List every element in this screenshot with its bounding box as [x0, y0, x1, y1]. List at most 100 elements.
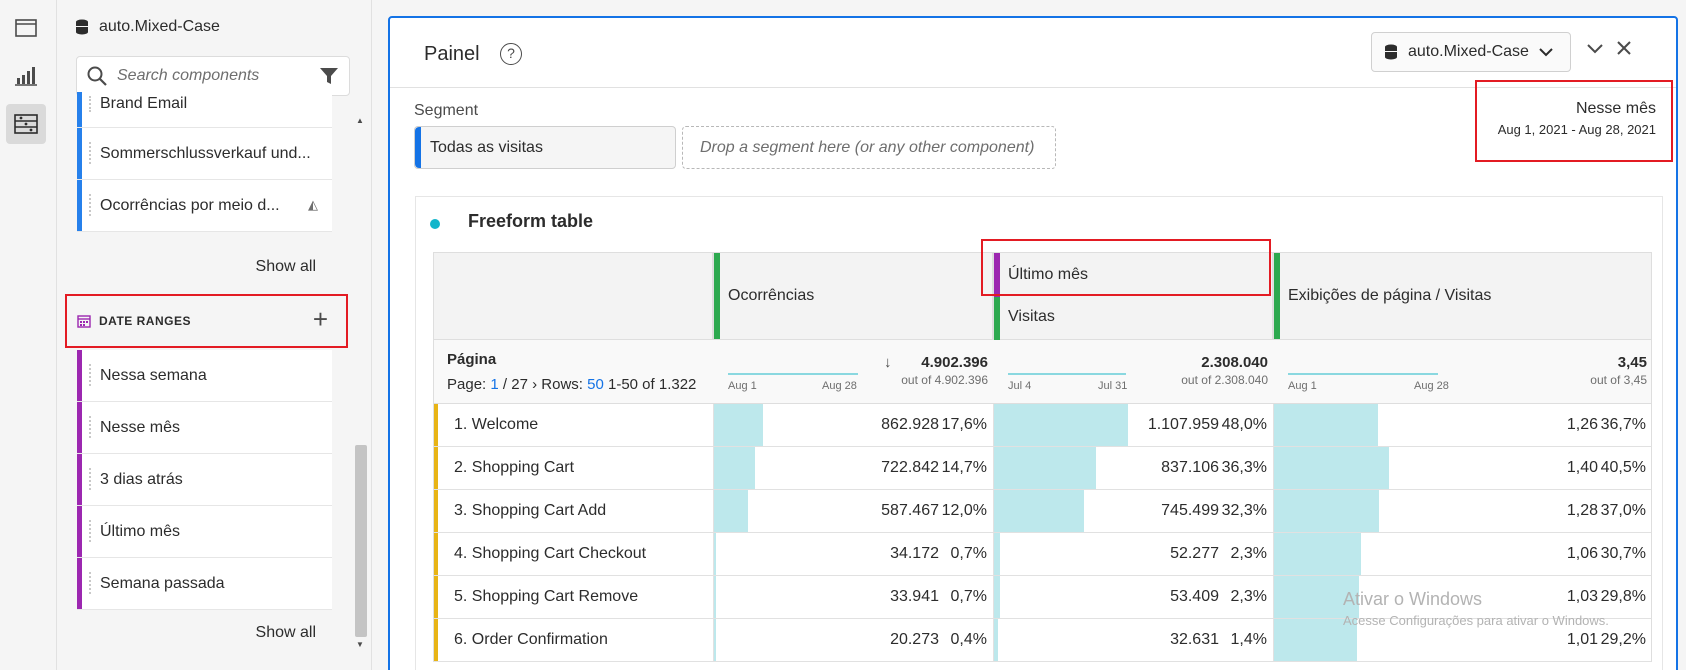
sparkline	[728, 373, 858, 375]
calendar-icon	[77, 315, 91, 328]
date-ranges-label: DATE RANGES	[99, 314, 191, 328]
panel-date-range[interactable]: Nesse mês Aug 1, 2021 - Aug 28, 2021	[1475, 80, 1673, 162]
search-input[interactable]: Search components	[76, 56, 350, 96]
table-cell: 587.467 12,0%	[713, 490, 993, 533]
drag-handle-icon[interactable]	[89, 194, 91, 216]
table-row[interactable]: 4. Shopping Cart Checkout 34.172 0,7% 52.27…	[433, 533, 1652, 576]
watermark-line1: Ativar o Windows	[1343, 589, 1483, 609]
next-page-icon[interactable]: ›	[532, 376, 537, 393]
percent-bar	[994, 404, 1129, 446]
row-label[interactable]: 2. Shopping Cart	[454, 459, 574, 477]
sparkline	[1008, 373, 1126, 375]
cell-value: 34.172	[890, 545, 939, 562]
scroll-down-icon[interactable]: ▼	[356, 640, 364, 649]
list-item[interactable]: Sommerschlussverkauf und...	[77, 128, 332, 180]
add-icon[interactable]: +	[313, 306, 328, 332]
table-row[interactable]: 3. Shopping Cart Add 587.467 12,0% 745.499 3…	[433, 490, 1652, 533]
component-label: Semana passada	[100, 574, 225, 592]
workspace-panel: Painel ? auto.Mixed-Case Segment Todas a…	[388, 16, 1678, 670]
page-number[interactable]: 1	[490, 376, 498, 393]
row-label[interactable]: 3. Shopping Cart Add	[454, 502, 606, 520]
datasource-label[interactable]: auto.Mixed-Case	[75, 18, 220, 36]
drag-handle-icon[interactable]	[89, 572, 91, 594]
sparkline-end: Aug 28	[822, 380, 857, 392]
table-cell: 1,26 36,7%	[1273, 404, 1652, 447]
drag-handle-icon[interactable]	[89, 520, 91, 542]
cell-percent: 40,5%	[1600, 459, 1646, 476]
sort-descending-icon[interactable]: ↓	[884, 354, 892, 371]
cell-value: 33.941	[890, 588, 939, 605]
row-bar	[434, 490, 438, 532]
table-cell: 33.941 0,7%	[713, 576, 993, 619]
column-out-of: out of 3,45	[1590, 373, 1647, 387]
column-header-ocorrencias[interactable]: Ocorrências	[713, 252, 993, 340]
list-item[interactable]: Último mês	[77, 506, 332, 558]
drag-handle-icon[interactable]	[89, 142, 91, 164]
components-panel: auto.Mixed-Case Search components Brand …	[57, 0, 372, 670]
segment-pill[interactable]: Todas as visitas	[414, 126, 676, 169]
dimension-name: Página	[447, 351, 497, 368]
cell-value: 32.631	[1170, 631, 1219, 648]
list-item[interactable]: Ocorrências por meio d... ◭	[77, 180, 332, 232]
date-range-list: Nessa semana Nesse mês 3 dias atrás Últi…	[77, 350, 332, 610]
table-cell: 745.499 32,3%	[993, 490, 1273, 533]
visualizations-icon[interactable]	[6, 56, 46, 96]
row-bar	[434, 447, 438, 489]
list-item[interactable]: Nesse mês	[77, 402, 332, 454]
cell-percent: 17,6%	[941, 416, 987, 433]
row-bar	[434, 404, 438, 446]
page-label: Page:	[447, 376, 487, 393]
list-item[interactable]: Nessa semana	[77, 350, 332, 402]
list-item[interactable]: Semana passada	[77, 558, 332, 610]
drag-handle-icon[interactable]	[89, 416, 91, 438]
percent-bar	[994, 447, 1096, 489]
cell-value: 1.107.959	[1147, 416, 1219, 433]
table-cell: 1,28 37,0%	[1273, 490, 1652, 533]
datasource-dropdown[interactable]: auto.Mixed-Case	[1371, 32, 1571, 72]
filter-icon[interactable]	[319, 66, 339, 86]
show-all-link[interactable]: Show all	[256, 258, 316, 276]
windows-watermark: Ativar o Windows Acesse Configurações pa…	[1343, 589, 1609, 628]
table-row[interactable]: 2. Shopping Cart 722.842 14,7% 837.106 36,3%…	[433, 447, 1652, 490]
segment-value: Todas as visitas	[430, 138, 543, 156]
show-all-link[interactable]: Show all	[256, 624, 316, 642]
cell-percent: 0,7%	[950, 545, 987, 562]
row-label[interactable]: 4. Shopping Cart Checkout	[454, 545, 646, 563]
help-icon[interactable]: ?	[500, 43, 522, 65]
dimension-column-header	[433, 252, 713, 340]
close-icon[interactable]	[1616, 38, 1632, 60]
cell-value: 587.467	[881, 502, 939, 519]
collapse-icon[interactable]	[1586, 38, 1604, 60]
row-label[interactable]: 6. Order Confirmation	[454, 631, 608, 649]
drag-handle-icon[interactable]	[89, 96, 91, 112]
column-name: Exibições de página / Visitas	[1288, 287, 1492, 304]
visualization-title[interactable]: Freeform table	[468, 211, 593, 232]
drag-handle-icon[interactable]	[89, 364, 91, 386]
components-icon[interactable]	[6, 104, 46, 144]
percent-bar	[1274, 533, 1362, 575]
list-item[interactable]: 3 dias atrás	[77, 454, 332, 506]
highlight-box	[981, 239, 1271, 296]
table-row[interactable]: 1. Welcome 862.928 17,6% 1.107.959 48,0% 1,26…	[433, 404, 1652, 447]
drag-handle-icon[interactable]	[89, 468, 91, 490]
table-cell: 722.842 14,7%	[713, 447, 993, 490]
cell-percent: 2,3%	[1230, 545, 1267, 562]
list-item[interactable]: Brand Email	[77, 92, 332, 128]
scroll-up-icon[interactable]: ▲	[356, 116, 364, 125]
percent-bar	[994, 490, 1085, 532]
type-bar	[77, 506, 82, 557]
cell-value: 1,01	[1566, 631, 1598, 648]
segment-bar	[415, 127, 421, 168]
cell-percent: 48,0%	[1221, 416, 1267, 433]
column-header-pageviews-per-visit[interactable]: Exibições de página / Visitas	[1273, 252, 1652, 340]
table-cell: 52.277 2,3%	[993, 533, 1273, 576]
row-label[interactable]: 5. Shopping Cart Remove	[454, 588, 638, 606]
panel-title: Painel	[424, 43, 480, 65]
row-label[interactable]: 1. Welcome	[454, 416, 538, 434]
sparkline-end: Aug 28	[1414, 380, 1449, 392]
percent-bar	[714, 576, 716, 618]
segment-drop-zone[interactable]: Drop a segment here (or any other compon…	[682, 126, 1056, 169]
scroll-thumb[interactable]	[355, 445, 367, 637]
panels-icon[interactable]	[6, 8, 46, 48]
rows-per-page[interactable]: 50	[587, 376, 604, 393]
